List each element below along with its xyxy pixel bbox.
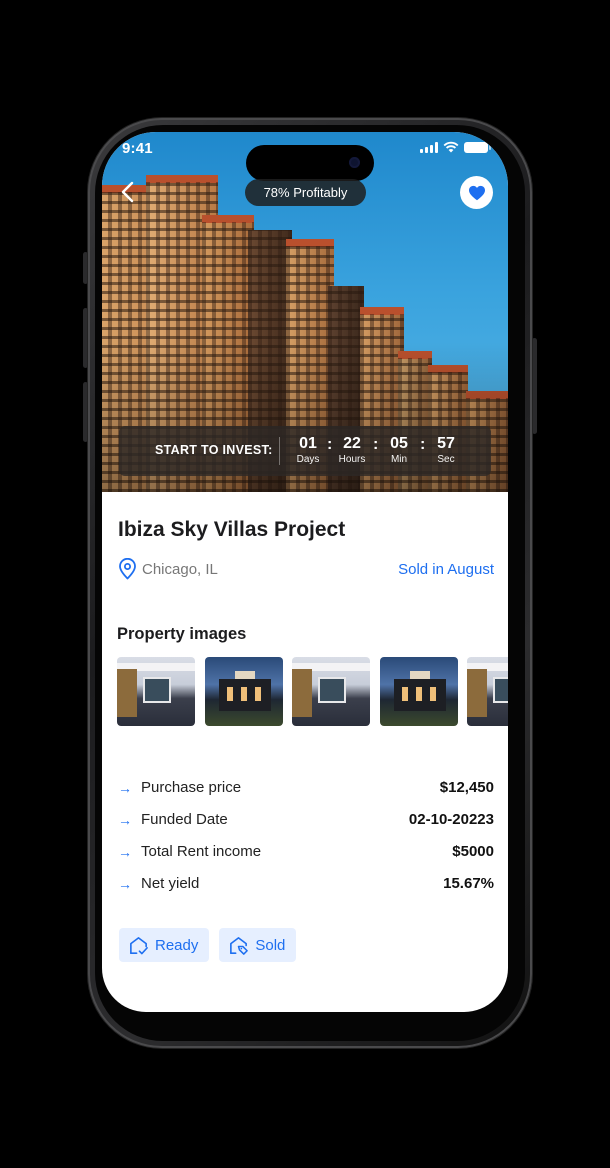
location-pin-icon (119, 558, 136, 580)
countdown-unit-label: Days (296, 454, 320, 465)
countdown-value: 57 (437, 435, 455, 452)
countdown-value: 22 (343, 435, 361, 452)
property-image-thumbnail[interactable] (205, 657, 283, 726)
countdown-unit-label: Min (390, 454, 408, 465)
countdown-value: 05 (390, 435, 408, 452)
arrow-right-icon: → (118, 876, 132, 892)
property-title: Ibiza Sky Villas Project (118, 518, 346, 541)
tag-label: Sold (255, 936, 286, 954)
app-screen: 9:41 78% Profitably START TO INVEST: 01 … (102, 132, 508, 1012)
arrow-right-icon: → (118, 780, 132, 796)
countdown-colon: : (420, 436, 426, 453)
invest-countdown: START TO INVEST: 01 Days : 22 Hours : 05… (119, 426, 491, 476)
wifi-icon (443, 141, 459, 153)
detail-value: $12,450 (439, 779, 494, 796)
countdown-value: 01 (299, 435, 317, 452)
home-tag-icon (230, 936, 249, 955)
property-details-list: → Purchase price $12,450 → Funded Date 0… (118, 777, 494, 905)
property-image-gallery[interactable] (117, 657, 508, 727)
detail-value: $5000 (452, 843, 494, 860)
location-row: Chicago, IL Sold in August (118, 558, 494, 582)
tag-ready[interactable]: Ready (119, 928, 210, 962)
detail-row-purchase-price: → Purchase price $12,450 (118, 777, 494, 809)
camera-icon (349, 157, 360, 168)
dynamic-island (246, 145, 374, 181)
arrow-left-icon (121, 181, 134, 203)
countdown-unit-label: Sec (437, 454, 455, 465)
detail-value: 15.67% (443, 875, 494, 892)
countdown-days: 01 Days (288, 435, 328, 466)
countdown-colon: : (373, 436, 379, 453)
gallery-title: Property images (117, 625, 247, 643)
detail-label: Purchase price (141, 779, 242, 796)
property-image-thumbnail[interactable] (117, 657, 195, 726)
detail-value: 02-10-20223 (408, 811, 494, 828)
countdown-hours: 22 Hours (332, 435, 372, 466)
hero-image: 9:41 78% Profitably START TO INVEST: 01 … (102, 132, 508, 492)
status-tags: Ready Sold (119, 928, 297, 962)
countdown-label: START TO INVEST: (155, 443, 273, 457)
battery-icon (464, 141, 491, 153)
signal-icon (420, 141, 438, 153)
countdown-seconds: 57 Sec (426, 435, 466, 466)
favorite-button[interactable] (460, 176, 493, 209)
power-button (532, 338, 537, 434)
back-button[interactable] (116, 178, 142, 206)
tag-sold[interactable]: Sold (219, 928, 297, 962)
location-text: Chicago, IL (142, 561, 218, 578)
detail-label: Net yield (141, 875, 200, 892)
arrow-right-icon: → (118, 812, 132, 828)
status-time: 9:41 (122, 140, 153, 157)
property-image-thumbnail[interactable] (467, 657, 508, 726)
property-image-thumbnail[interactable] (292, 657, 370, 726)
status-bar: 9:41 (102, 132, 508, 181)
heart-icon (468, 185, 485, 200)
detail-label: Total Rent income (141, 843, 262, 860)
profit-badge: 78% Profitably (245, 179, 366, 206)
status-icons (420, 141, 491, 153)
property-image-thumbnail[interactable] (380, 657, 458, 726)
countdown-minutes: 05 Min (379, 435, 419, 466)
detail-row-rent-income: → Total Rent income $5000 (118, 841, 494, 873)
sold-status-link[interactable]: Sold in August (398, 561, 494, 578)
detail-label: Funded Date (141, 811, 228, 828)
countdown-unit-label: Hours (338, 454, 366, 465)
home-check-icon (130, 936, 148, 954)
device-stage: 9:41 78% Profitably START TO INVEST: 01 … (0, 0, 610, 1168)
tag-label: Ready (155, 936, 199, 954)
detail-row-funded-date: → Funded Date 02-10-20223 (118, 809, 494, 841)
countdown-divider (279, 437, 280, 465)
detail-row-net-yield: → Net yield 15.67% (118, 873, 494, 905)
arrow-right-icon: → (118, 844, 132, 860)
